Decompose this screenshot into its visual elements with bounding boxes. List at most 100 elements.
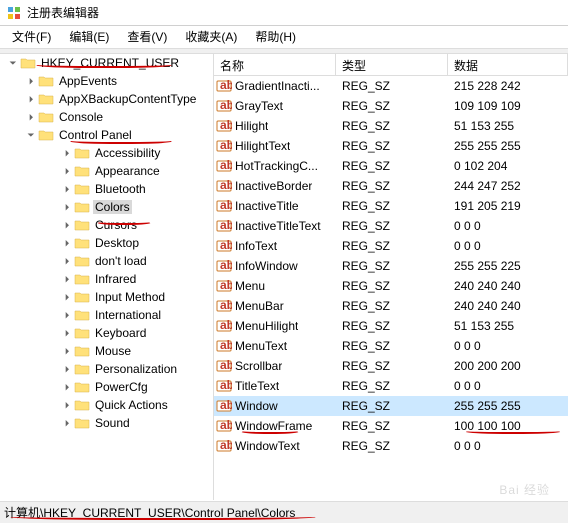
tree-node[interactable]: ⏵Accessibility [0,144,213,162]
chevron-right-icon[interactable]: ⏵ [60,398,74,412]
value-name: MenuBar [235,299,284,313]
cell-name: Scrollbar [214,358,336,374]
string-value-icon [216,298,232,314]
chevron-down-icon[interactable]: ⏷ [6,56,20,70]
list-row[interactable]: InfoTextREG_SZ0 0 0 [214,236,568,256]
tree-node[interactable]: ⏵Bluetooth [0,180,213,198]
list-row[interactable]: GradientInacti...REG_SZ215 228 242 [214,76,568,96]
cell-name: Window [214,398,336,414]
tree-node[interactable]: ⏵PowerCfg [0,378,213,396]
tree-node[interactable]: ⏵Sound [0,414,213,432]
value-name: WindowFrame [235,419,312,433]
menu-item[interactable]: 查看(V) [119,26,175,47]
chevron-right-icon[interactable]: ⏵ [60,182,74,196]
list-row[interactable]: GrayTextREG_SZ109 109 109 [214,96,568,116]
menu-item[interactable]: 帮助(H) [247,26,304,47]
list-row[interactable]: InfoWindowREG_SZ255 255 225 [214,256,568,276]
cell-name: WindowText [214,438,336,454]
folder-icon [74,308,90,322]
chevron-right-icon[interactable]: ⏵ [60,200,74,214]
list-row[interactable]: InactiveTitleTextREG_SZ0 0 0 [214,216,568,236]
list-row[interactable]: InactiveTitleREG_SZ191 205 219 [214,196,568,216]
list-row[interactable]: MenuBarREG_SZ240 240 240 [214,296,568,316]
value-type: REG_SZ [336,399,448,413]
tree-node[interactable]: ⏵Keyboard [0,324,213,342]
chevron-right-icon[interactable]: ⏵ [60,254,74,268]
chevron-right-icon[interactable]: ⏵ [60,326,74,340]
chevron-right-icon[interactable]: ⏵ [60,380,74,394]
folder-icon [74,200,90,214]
string-value-icon [216,258,232,274]
col-header-type[interactable]: 类型 [336,54,448,75]
chevron-right-icon[interactable]: ⏵ [60,344,74,358]
value-data: 255 255 255 [448,139,568,153]
list-row[interactable]: HilightREG_SZ51 153 255 [214,116,568,136]
chevron-right-icon[interactable]: ⏵ [60,308,74,322]
cell-name: Hilight [214,118,336,134]
tree-node[interactable]: ⏵Cursors [0,216,213,234]
tree-node[interactable]: ⏵Appearance [0,162,213,180]
folder-icon [74,236,90,250]
list-row[interactable]: MenuTextREG_SZ0 0 0 [214,336,568,356]
menu-item[interactable]: 文件(F) [4,26,59,47]
tree-node[interactable]: ⏵Input Method [0,288,213,306]
value-type: REG_SZ [336,419,448,433]
tree-node[interactable]: ⏵ Desktop [0,234,213,252]
tree-node[interactable]: ⏷HKEY_CURRENT_USER [0,54,213,72]
chevron-right-icon[interactable]: ⏵ [60,218,74,232]
chevron-right-icon[interactable]: ⏵ [60,416,74,430]
chevron-right-icon[interactable]: ⏵ [60,236,74,250]
value-type: REG_SZ [336,139,448,153]
chevron-right-icon[interactable]: ⏵ [60,290,74,304]
chevron-right-icon[interactable]: ⏵ [24,74,38,88]
cell-name: InfoText [214,238,336,254]
chevron-right-icon[interactable]: ⏵ [24,92,38,106]
menu-item[interactable]: 编辑(E) [61,26,117,47]
chevron-right-icon[interactable]: ⏵ [60,146,74,160]
tree-node[interactable]: ⏵Console [0,108,213,126]
folder-icon [74,416,90,430]
chevron-right-icon[interactable]: ⏵ [60,164,74,178]
list-row[interactable]: WindowTextREG_SZ0 0 0 [214,436,568,456]
titlebar: 注册表编辑器 [0,0,568,26]
value-data: 215 228 242 [448,79,568,93]
value-data: 0 0 0 [448,339,568,353]
value-name: GrayText [235,99,283,113]
value-list[interactable]: 名称 类型 数据 GradientInacti...REG_SZ215 228 … [214,54,568,500]
list-row[interactable]: WindowREG_SZ255 255 255 [214,396,568,416]
list-row[interactable]: InactiveBorderREG_SZ244 247 252 [214,176,568,196]
value-name: Menu [235,279,265,293]
tree-node-label: Desktop [93,236,141,250]
tree-node[interactable]: ⏷Control Panel [0,126,213,144]
value-data: 255 255 225 [448,259,568,273]
list-row[interactable]: MenuHilightREG_SZ51 153 255 [214,316,568,336]
tree-node[interactable]: ⏵Personalization [0,360,213,378]
tree-node[interactable]: ⏵Infrared [0,270,213,288]
chevron-down-icon[interactable]: ⏷ [24,128,38,142]
tree-node[interactable]: ⏵Colors [0,198,213,216]
tree-node[interactable]: ⏵AppXBackupContentType [0,90,213,108]
list-row[interactable]: MenuREG_SZ240 240 240 [214,276,568,296]
col-header-data[interactable]: 数据 [448,54,568,75]
tree-node[interactable]: ⏵AppEvents [0,72,213,90]
string-value-icon [216,418,232,434]
list-row[interactable]: TitleTextREG_SZ0 0 0 [214,376,568,396]
chevron-right-icon[interactable]: ⏵ [60,272,74,286]
tree-node[interactable]: ⏵Mouse [0,342,213,360]
string-value-icon [216,138,232,154]
tree-node[interactable]: ⏵Quick Actions [0,396,213,414]
menu-item[interactable]: 收藏夹(A) [177,26,245,47]
folder-icon [38,92,54,106]
col-header-name[interactable]: 名称 [214,54,336,75]
tree-node[interactable]: ⏵don't load [0,252,213,270]
registry-tree[interactable]: ⏷HKEY_CURRENT_USER⏵AppEvents⏵AppXBackupC… [0,54,214,500]
list-row[interactable]: WindowFrameREG_SZ100 100 100 [214,416,568,436]
chevron-right-icon[interactable]: ⏵ [60,362,74,376]
chevron-right-icon[interactable]: ⏵ [24,110,38,124]
list-row[interactable]: HotTrackingC...REG_SZ0 102 204 [214,156,568,176]
value-name: InactiveBorder [235,179,312,193]
list-row[interactable]: HilightTextREG_SZ255 255 255 [214,136,568,156]
tree-node[interactable]: ⏵International [0,306,213,324]
list-row[interactable]: ScrollbarREG_SZ200 200 200 [214,356,568,376]
cell-name: MenuBar [214,298,336,314]
